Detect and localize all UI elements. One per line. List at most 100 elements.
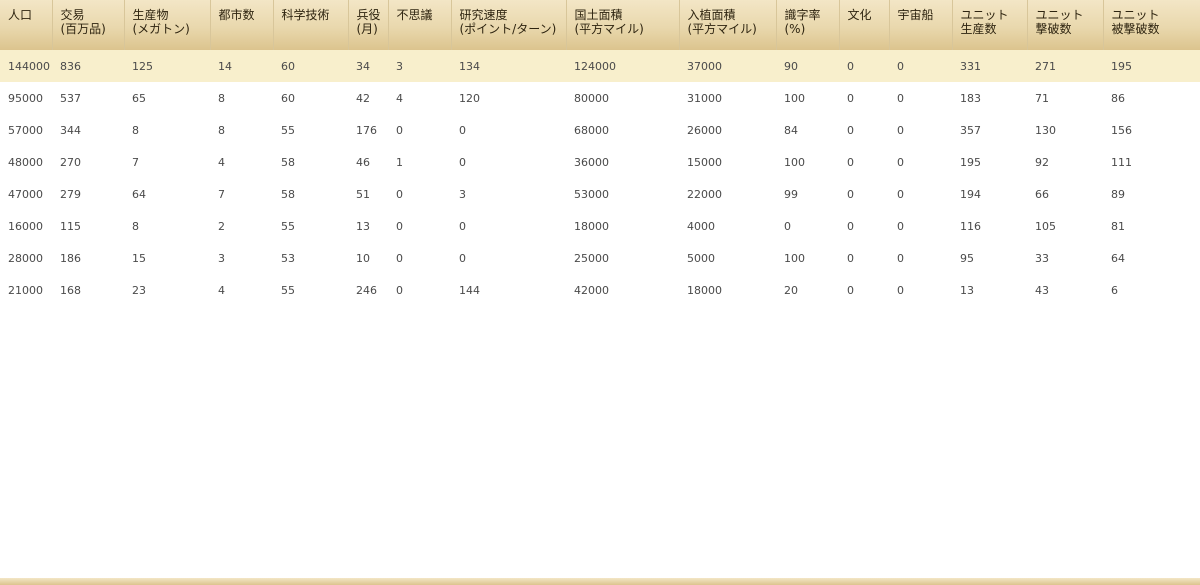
column-header-research[interactable]: 研究速度 (ポイント/ターン) [451, 0, 567, 50]
cell-technology: 55 [281, 283, 295, 297]
cell-settled: 22000 [687, 187, 722, 201]
cell-units_built: 195 [960, 155, 981, 169]
cell-units_lost: 111 [1111, 155, 1132, 169]
table-row[interactable]: 28000 186 15 3 53 10 0 0 25000 5000 100 0 0 95 33 64 [0, 242, 1200, 274]
cell-trade: 186 [60, 251, 81, 265]
cell-wonders: 0 [396, 123, 403, 137]
cell-units_killed: 66 [1035, 187, 1049, 201]
cell-wonders: 0 [396, 187, 403, 201]
cell-literacy: 99 [784, 187, 798, 201]
cell-spaceship: 0 [897, 219, 904, 233]
table-row[interactable]: 57000 344 8 8 55 176 0 0 68000 26000 84 0 0 357 130 156 [0, 114, 1200, 146]
cell-production: 125 [132, 59, 153, 73]
column-header-label: 宇宙船 [897, 8, 934, 22]
column-header-military[interactable]: 兵役 (月) [348, 0, 389, 50]
column-header-wonders[interactable]: 不思議 [388, 0, 452, 50]
cell-research: 0 [459, 251, 466, 265]
cell-wonders: 0 [396, 251, 403, 265]
column-header-label: 入植面積 [687, 8, 736, 22]
cell-population: 57000 [8, 123, 43, 137]
cell-military: 51 [356, 187, 370, 201]
column-header-culture[interactable]: 文化 [839, 0, 890, 50]
cell-land: 53000 [574, 187, 609, 201]
cell-cities: 3 [218, 251, 225, 265]
column-header-spaceship[interactable]: 宇宙船 [889, 0, 953, 50]
cell-population: 47000 [8, 187, 43, 201]
cell-technology: 55 [281, 123, 295, 137]
cell-spaceship: 0 [897, 59, 904, 73]
cell-trade: 270 [60, 155, 81, 169]
cell-spaceship: 0 [897, 123, 904, 137]
table-row[interactable]: 21000 168 23 4 55 246 0 144 42000 18000 20 0 0 13 43 6 [0, 274, 1200, 306]
cell-units_killed: 92 [1035, 155, 1049, 169]
column-header-label: 文化 [847, 8, 872, 22]
column-header-technology[interactable]: 科学技術 [273, 0, 349, 50]
cell-culture: 0 [847, 219, 854, 233]
column-header-label: 兵役 [356, 8, 381, 22]
cell-units_built: 183 [960, 91, 981, 105]
cell-trade: 344 [60, 123, 81, 137]
cell-population: 144000 [8, 59, 50, 73]
table-row[interactable]: 95000 537 65 8 60 42 4 120 80000 31000 100 0 0 183 71 8… [0, 82, 1200, 114]
cell-land: 36000 [574, 155, 609, 169]
cell-cities: 8 [218, 91, 225, 105]
cell-research: 120 [459, 91, 480, 105]
column-header-cities[interactable]: 都市数 [210, 0, 274, 50]
cell-population: 28000 [8, 251, 43, 265]
column-header-literacy[interactable]: 識字率 (%) [776, 0, 840, 50]
table-row[interactable]: 47000 279 64 7 58 51 0 3 53000 22000 99 0 0 194 66 89 [0, 178, 1200, 210]
cell-units_killed: 33 [1035, 251, 1049, 265]
cell-trade: 537 [60, 91, 81, 105]
cell-culture: 0 [847, 91, 854, 105]
cell-land: 80000 [574, 91, 609, 105]
column-header-production[interactable]: 生産物 (メガトン) [124, 0, 211, 50]
cell-research: 134 [459, 59, 480, 73]
cell-military: 34 [356, 59, 370, 73]
cell-military: 176 [356, 123, 377, 137]
column-header-units_killed[interactable]: ユニット 撃破数 [1027, 0, 1104, 50]
column-header-sublabel: (月) [356, 22, 378, 36]
cell-technology: 58 [281, 187, 295, 201]
cell-cities: 4 [218, 155, 225, 169]
cell-culture: 0 [847, 251, 854, 265]
cell-technology: 60 [281, 59, 295, 73]
cell-settled: 15000 [687, 155, 722, 169]
cell-units_killed: 130 [1035, 123, 1056, 137]
table-row[interactable]: 144000 836 125 14 60 34 3 134 124000 37000 90 0 0 331… [0, 50, 1200, 82]
cell-culture: 0 [847, 283, 854, 297]
table-header: 人口 交易 (百万品) 生産物 (メガトン) 都市数 科学技術 兵役 (月) 不思議 研究速度 (ポイ… [0, 0, 1200, 50]
cell-units_built: 95 [960, 251, 974, 265]
table-row[interactable]: 48000 270 7 4 58 46 1 0 36000 15000 100 0 0 195 92 111 [0, 146, 1200, 178]
table-row[interactable]: 16000 115 8 2 55 13 0 0 18000 4000 0 0 0 116 105 81 [0, 210, 1200, 242]
cell-spaceship: 0 [897, 91, 904, 105]
cell-units_lost: 195 [1111, 59, 1132, 73]
column-header-units_built[interactable]: ユニット 生産数 [952, 0, 1028, 50]
cell-land: 25000 [574, 251, 609, 265]
column-header-land[interactable]: 国土面積 (平方マイル) [566, 0, 680, 50]
column-header-label: 生産物 [132, 8, 169, 22]
column-header-sublabel: (百万品) [60, 22, 106, 36]
column-header-trade[interactable]: 交易 (百万品) [52, 0, 125, 50]
cell-settled: 5000 [687, 251, 715, 265]
cell-units_built: 116 [960, 219, 981, 233]
cell-spaceship: 0 [897, 155, 904, 169]
cell-population: 95000 [8, 91, 43, 105]
column-header-label: 研究速度 [459, 8, 508, 22]
column-header-settled[interactable]: 入植面積 (平方マイル) [679, 0, 777, 50]
column-header-label: ユニット [1111, 8, 1160, 22]
cell-military: 13 [356, 219, 370, 233]
column-header-population[interactable]: 人口 [0, 0, 53, 50]
cell-trade: 115 [60, 219, 81, 233]
column-header-label: ユニット [1035, 8, 1084, 22]
cell-literacy: 84 [784, 123, 798, 137]
cell-wonders: 3 [396, 59, 403, 73]
footer-bar [0, 578, 1200, 585]
cell-spaceship: 0 [897, 251, 904, 265]
column-header-units_lost[interactable]: ユニット 被撃破数 [1103, 0, 1200, 50]
cell-units_lost: 6 [1111, 283, 1118, 297]
cell-units_lost: 156 [1111, 123, 1132, 137]
cell-land: 68000 [574, 123, 609, 137]
cell-land: 124000 [574, 59, 616, 73]
cell-units_killed: 71 [1035, 91, 1049, 105]
cell-cities: 8 [218, 123, 225, 137]
